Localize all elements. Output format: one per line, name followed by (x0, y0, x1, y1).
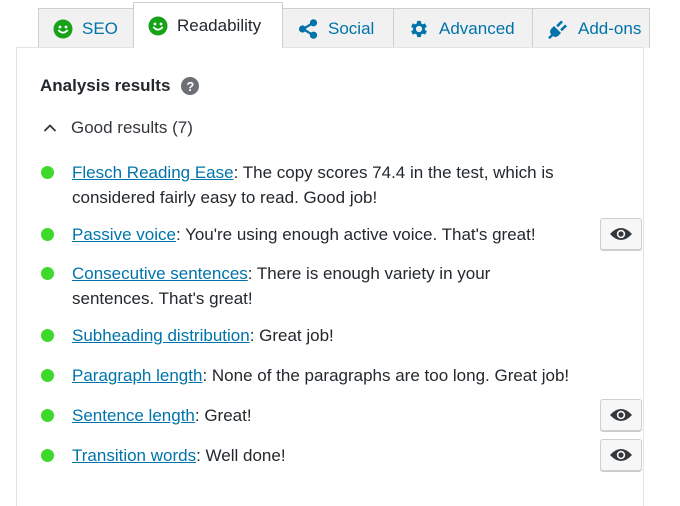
tab-addons[interactable]: Add-ons (532, 8, 650, 48)
smiley-icon (148, 16, 168, 36)
result-item: Consecutive sentences: There is enough v… (41, 261, 637, 311)
result-item: Paragraph length: None of the paragraphs… (41, 363, 637, 388)
analysis-title-text: Analysis results (40, 76, 171, 95)
tab-advanced[interactable]: Advanced (393, 8, 533, 48)
yoast-metabox: SEO Readability Social Advanced Add-ons (0, 0, 680, 506)
good-status-icon (41, 369, 54, 382)
result-text: : You're using enough active voice. That… (175, 225, 536, 244)
smiley-icon (53, 19, 73, 39)
result-link[interactable]: Passive voice (72, 225, 176, 244)
result-item: Flesch Reading Ease: The copy scores 74.… (41, 160, 637, 210)
chevron-up-icon (41, 123, 59, 133)
mark-text-button[interactable] (600, 218, 642, 250)
mark-text-button[interactable] (600, 399, 642, 431)
tab-label: Readability (177, 15, 262, 35)
good-results-label: Good results (7) (71, 118, 193, 137)
result-item: Passive voice: You're using enough activ… (41, 218, 642, 250)
result-link[interactable]: Sentence length (72, 406, 195, 425)
good-status-icon (41, 449, 54, 462)
good-status-icon (41, 228, 54, 241)
result-text: : Great job! (249, 326, 334, 345)
tab-label: Add-ons (578, 18, 642, 38)
mark-text-button[interactable] (600, 439, 642, 471)
result-item: Transition words: Well done! (41, 439, 642, 471)
result-link[interactable]: Subheading distribution (72, 326, 250, 345)
result-link[interactable]: Consecutive sentences (72, 264, 248, 283)
eye-icon (610, 228, 632, 240)
eye-icon (610, 449, 632, 461)
good-status-icon (41, 409, 54, 422)
tab-label: Advanced (439, 18, 515, 38)
tab-label: SEO (82, 18, 118, 38)
result-link[interactable]: Transition words (72, 446, 196, 465)
help-icon[interactable]: ? (181, 77, 200, 95)
share-icon (297, 18, 319, 40)
result-link[interactable]: Flesch Reading Ease (72, 163, 234, 182)
gear-icon (408, 18, 430, 40)
good-status-icon (41, 166, 54, 179)
tab-social[interactable]: Social (282, 8, 394, 48)
results-list: Flesch Reading Ease: The copy scores 74.… (41, 160, 642, 471)
metabox-tabs: SEO Readability Social Advanced Add-ons (38, 2, 650, 48)
tab-readability[interactable]: Readability (133, 2, 283, 48)
tab-seo[interactable]: SEO (38, 8, 134, 48)
tab-label: Social (328, 18, 375, 38)
eye-icon (610, 409, 632, 421)
plug-icon (547, 18, 569, 40)
result-item: Sentence length: Great! (41, 399, 642, 431)
readability-panel: Analysis results ? Good results (7) Fles… (16, 47, 644, 506)
result-item: Subheading distribution: Great job! (41, 323, 637, 348)
result-link[interactable]: Paragraph length (72, 366, 202, 385)
analysis-results-heading: Analysis results ? (40, 76, 200, 96)
result-text: : Great! (194, 406, 252, 425)
result-text: : None of the paragraphs are too long. G… (202, 366, 570, 385)
good-status-icon (41, 329, 54, 342)
good-status-icon (41, 267, 54, 280)
good-results-toggle[interactable]: Good results (7) (41, 118, 193, 138)
result-text: : Well done! (196, 446, 286, 465)
